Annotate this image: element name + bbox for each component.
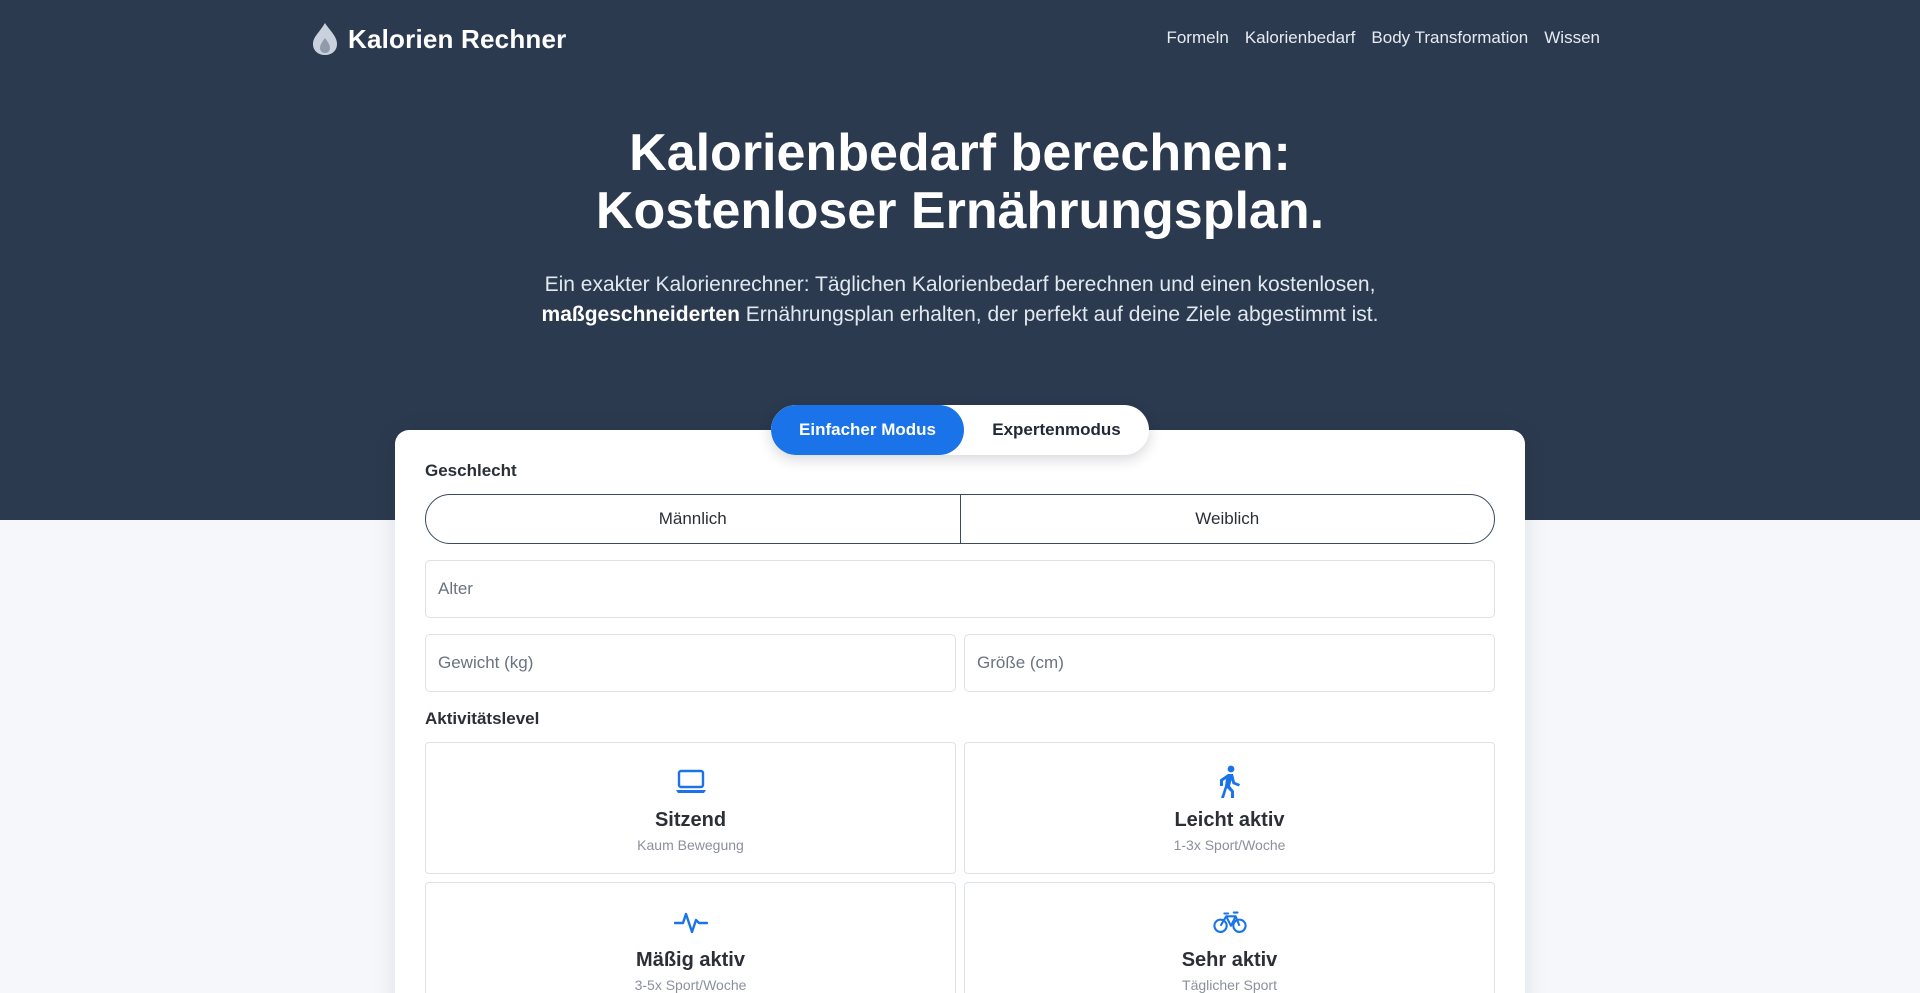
brand-name: Kalorien Rechner — [348, 23, 567, 54]
laptop-icon — [674, 765, 708, 799]
nav-link-kalorienbedarf[interactable]: Kalorienbedarf — [1245, 28, 1356, 48]
page-subtitle: Ein exakter Kalorienrechner: Täglichen K… — [460, 270, 1460, 330]
top-navigation: Kalorien Rechner Formeln Kalorienbedarf … — [0, 0, 1920, 78]
page-title-line1: Kalorienbedarf berechnen: — [629, 124, 1291, 182]
activity-description: Kaum Bewegung — [637, 837, 744, 853]
activity-title: Sehr aktiv — [1181, 949, 1278, 971]
nav-link-body-transformation[interactable]: Body Transformation — [1371, 28, 1528, 48]
activity-option-maessig-aktiv[interactable]: Mäßig aktiv 3-5x Sport/Woche — [425, 882, 956, 993]
subtitle-intro: Ein exakter Kalorienrechner: Täglichen K… — [544, 273, 1376, 296]
mode-simple-button[interactable]: Einfacher Modus — [771, 405, 964, 455]
gender-selector: Männlich Weiblich — [425, 494, 1495, 544]
activity-label: Aktivitätslevel — [425, 709, 540, 728]
flame-icon — [310, 22, 340, 56]
activity-title: Mäßig aktiv — [636, 949, 745, 971]
nav-link-formeln[interactable]: Formeln — [1166, 28, 1228, 48]
gender-male-option[interactable]: Männlich — [426, 495, 960, 543]
activity-title: Leicht aktiv — [1174, 809, 1285, 831]
activity-title: Sitzend — [654, 809, 727, 831]
height-input[interactable] — [964, 634, 1495, 692]
nav-links: Formeln Kalorienbedarf Body Transformati… — [1166, 28, 1600, 48]
gender-label: Geschlecht — [425, 461, 517, 480]
age-input[interactable] — [425, 560, 1495, 618]
activity-option-sitzend[interactable]: Sitzend Kaum Bewegung — [425, 742, 956, 874]
mode-switch: Einfacher Modus Expertenmodus — [771, 405, 1149, 455]
activity-description: Täglicher Sport — [1182, 977, 1277, 993]
mode-expert-button[interactable]: Expertenmodus — [964, 405, 1149, 455]
brand[interactable]: Kalorien Rechner — [310, 20, 567, 58]
pulse-icon — [673, 905, 708, 939]
activity-option-leicht-aktiv[interactable]: Leicht aktiv 1-3x Sport/Woche — [964, 742, 1495, 874]
walking-icon — [1213, 765, 1247, 799]
activity-option-sehr-aktiv[interactable]: Sehr aktiv Täglicher Sport — [964, 882, 1495, 993]
subtitle-emphasis: maßgeschneiderten — [541, 303, 740, 326]
subtitle-rest: Ernährungsplan erhalten, der perfekt auf… — [745, 303, 1379, 326]
activity-description: 3-5x Sport/Woche — [634, 977, 747, 993]
bicycle-icon — [1212, 905, 1247, 939]
page-title-line2: Kostenloser Ernährungsplan. — [595, 182, 1325, 240]
gender-female-option[interactable]: Weiblich — [959, 495, 1495, 543]
nav-link-wissen[interactable]: Wissen — [1544, 28, 1600, 48]
activity-description: 1-3x Sport/Woche — [1173, 837, 1286, 853]
page-title: Kalorienbedarf berechnen: Kostenloser Er… — [0, 124, 1920, 240]
weight-input[interactable] — [425, 634, 956, 692]
